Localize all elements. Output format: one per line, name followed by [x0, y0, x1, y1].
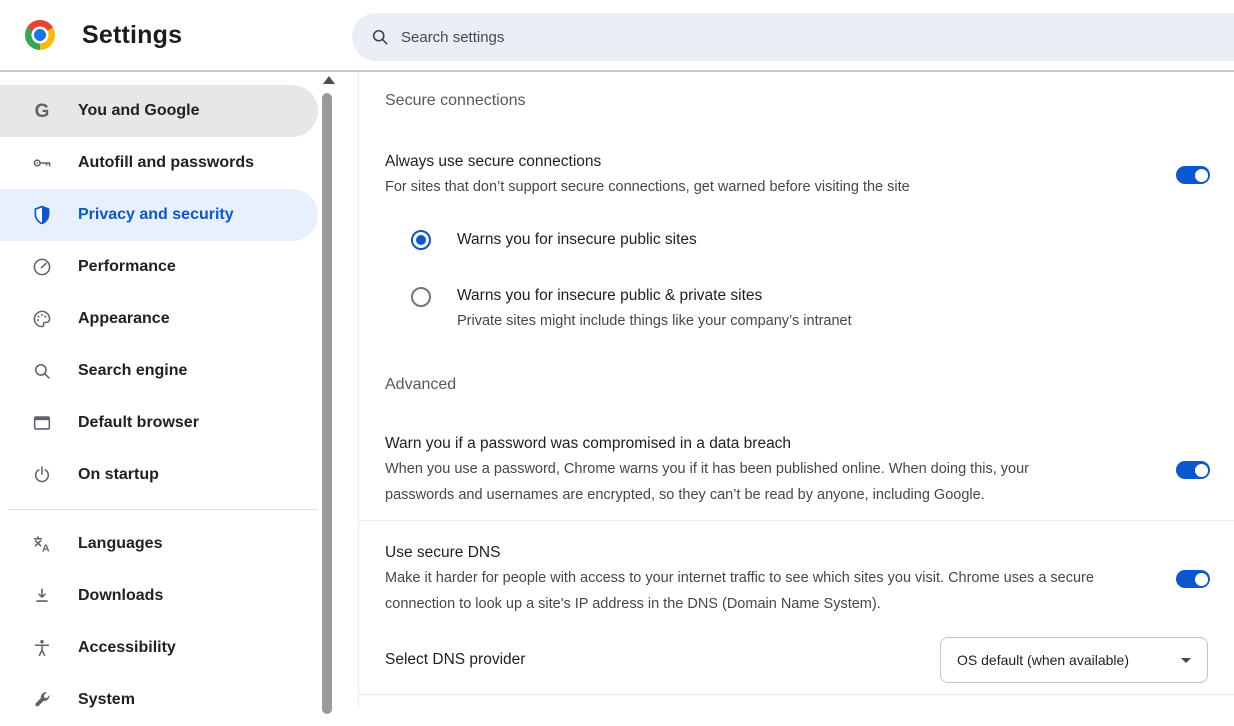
setting-subtitle: For sites that don’t support secure conn…	[385, 174, 910, 200]
sidebar-item-search-engine[interactable]: Search engine	[0, 345, 318, 397]
section-title-secure-connections: Secure connections	[385, 90, 1210, 112]
download-icon	[30, 584, 54, 608]
section-title-advanced: Advanced	[385, 374, 1210, 396]
dns-provider-selected-value: OS default (when available)	[957, 652, 1129, 668]
sidebar-item-label: Search engine	[78, 362, 187, 380]
setting-row-password-breach: Warn you if a password was compromised i…	[385, 432, 1210, 508]
browser-window-icon	[30, 411, 54, 435]
radio-sublabel: Private sites might include things like …	[457, 308, 852, 334]
chrome-logo-icon	[25, 20, 55, 50]
setting-subtitle: Make it harder for people with access to…	[385, 565, 1130, 617]
setting-title: Warn you if a password was compromised i…	[385, 432, 1090, 456]
key-icon	[30, 151, 54, 175]
sidebar-item-label: System	[78, 691, 135, 709]
radio-label: Warns you for insecure public sites	[457, 228, 697, 252]
sidebar-item-label: Default browser	[78, 414, 199, 432]
sidebar-item-autofill-and-passwords[interactable]: Autofill and passwords	[0, 137, 318, 189]
setting-row-always-use-secure-connections: Always use secure connections For sites …	[385, 150, 1210, 200]
sidebar-item-label: Accessibility	[78, 639, 176, 657]
radio-button-checked[interactable]	[411, 230, 431, 250]
dns-provider-label: Select DNS provider	[385, 651, 525, 669]
sidebar-item-languages[interactable]: A Languages	[0, 518, 318, 570]
sidebar-item-label: On startup	[78, 466, 159, 484]
sidebar-item-default-browser[interactable]: Default browser	[0, 397, 318, 449]
sidebar-item-label: Performance	[78, 258, 176, 276]
magnifier-icon	[30, 359, 54, 383]
accessibility-icon	[30, 636, 54, 660]
sidebar-item-label: Downloads	[78, 587, 163, 605]
search-input[interactable]: Search settings	[352, 13, 1234, 61]
translate-icon: A	[30, 532, 54, 556]
sidebar-item-label: Autofill and passwords	[78, 154, 254, 172]
wrench-icon	[30, 688, 54, 712]
sidebar-item-system[interactable]: System	[0, 674, 318, 726]
svg-text:G: G	[35, 101, 50, 122]
palette-icon	[30, 307, 54, 331]
radio-option-public-private-sites[interactable]: Warns you for insecure public & private …	[411, 284, 1210, 334]
sidebar-item-label: Appearance	[78, 310, 170, 328]
sidebar-item-accessibility[interactable]: Accessibility	[0, 622, 318, 674]
toggle-always-use-secure-connections[interactable]	[1176, 166, 1210, 184]
scrollbar-up-arrow[interactable]	[323, 76, 335, 84]
radio-button-unchecked[interactable]	[411, 287, 431, 307]
google-g-icon: G	[30, 99, 54, 123]
sidebar-item-appearance[interactable]: Appearance	[0, 293, 318, 345]
sidebar-item-on-startup[interactable]: On startup	[0, 449, 318, 501]
setting-subtitle: When you use a password, Chrome warns yo…	[385, 456, 1090, 508]
radio-label: Warns you for insecure public & private …	[457, 284, 852, 308]
toggle-password-breach-warning[interactable]	[1176, 461, 1210, 479]
content-divider	[359, 694, 1234, 695]
toggle-use-secure-dns[interactable]	[1176, 570, 1210, 588]
sidebar: G You and Google Autofill and passwords	[0, 72, 358, 708]
sidebar-item-you-and-google[interactable]: G You and Google	[0, 85, 318, 137]
sidebar-divider	[8, 509, 318, 510]
content-divider	[359, 520, 1234, 521]
power-icon	[30, 463, 54, 487]
settings-content: Secure connections Always use secure con…	[358, 72, 1234, 708]
setting-row-use-secure-dns: Use secure DNS Make it harder for people…	[385, 541, 1210, 617]
sidebar-item-performance[interactable]: Performance	[0, 241, 318, 293]
scrollbar-thumb[interactable]	[322, 93, 332, 714]
sidebar-item-privacy-and-security[interactable]: Privacy and security	[0, 189, 318, 241]
setting-title: Use secure DNS	[385, 541, 1130, 565]
dns-provider-select[interactable]: OS default (when available)	[940, 637, 1208, 683]
speedometer-icon	[30, 255, 54, 279]
sidebar-item-label: Languages	[78, 535, 162, 553]
header: Settings Search settings	[0, 0, 1234, 72]
page-title: Settings	[82, 21, 182, 50]
chevron-down-icon	[1181, 658, 1191, 663]
setting-title: Always use secure connections	[385, 150, 910, 174]
sidebar-item-label: Privacy and security	[78, 206, 234, 224]
search-placeholder: Search settings	[401, 29, 504, 46]
setting-row-dns-provider: Select DNS provider OS default (when ava…	[385, 637, 1210, 683]
shield-icon	[30, 203, 54, 227]
sidebar-item-label: You and Google	[78, 102, 199, 120]
secure-connections-radio-group: Warns you for insecure public sites Warn…	[411, 228, 1210, 334]
search-icon	[370, 27, 390, 47]
sidebar-item-downloads[interactable]: Downloads	[0, 570, 318, 622]
radio-option-public-sites[interactable]: Warns you for insecure public sites	[411, 228, 1210, 252]
svg-text:A: A	[42, 542, 50, 554]
